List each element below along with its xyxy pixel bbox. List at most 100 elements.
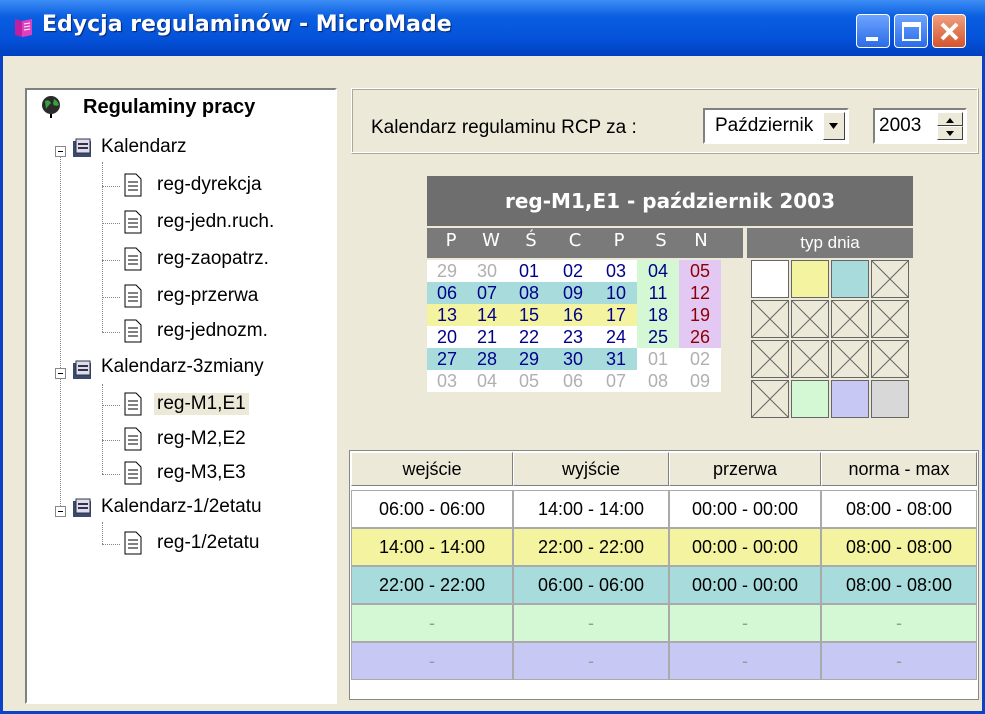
collapse-toggle-kalendarz-3zmiany[interactable]	[55, 368, 66, 379]
maximize-button[interactable]	[894, 14, 928, 48]
shift-norm-cell[interactable]: -	[821, 642, 977, 680]
shift-break-cell[interactable]: 00:00 - 00:00	[669, 528, 821, 566]
shift-break-cell[interactable]: -	[669, 604, 821, 642]
day-type-swatch[interactable]	[871, 300, 909, 338]
day-type-swatch[interactable]	[831, 380, 869, 418]
day-type-swatch[interactable]	[871, 260, 909, 298]
calendar-day[interactable]: 01	[507, 260, 551, 282]
shift-exit-cell[interactable]: 22:00 - 22:00	[513, 528, 669, 566]
shift-exit-cell[interactable]: -	[513, 642, 669, 680]
col-header-entry[interactable]: wejście	[351, 452, 513, 486]
globe-icon	[42, 96, 60, 118]
calendar-day[interactable]: 14	[467, 304, 507, 326]
calendar-day[interactable]: 09	[679, 370, 721, 392]
col-header-norm[interactable]: norma - max	[821, 452, 977, 486]
shift-break-cell[interactable]: -	[669, 642, 821, 680]
calendar-day[interactable]: 21	[467, 326, 507, 348]
calendar-day[interactable]: 11	[637, 282, 679, 304]
shift-break-cell[interactable]: 00:00 - 00:00	[669, 566, 821, 604]
spin-up-icon[interactable]	[937, 112, 963, 126]
calendar-day[interactable]: 08	[637, 370, 679, 392]
day-type-swatch[interactable]	[831, 340, 869, 378]
calendar-day[interactable]: 04	[637, 260, 679, 282]
calendar-day[interactable]: 20	[427, 326, 467, 348]
calendar-day[interactable]: 27	[427, 348, 467, 370]
calendar-day[interactable]: 04	[467, 370, 507, 392]
shift-norm-cell[interactable]: 08:00 - 08:00	[821, 528, 977, 566]
shift-exit-cell[interactable]: 06:00 - 06:00	[513, 566, 669, 604]
calendar-day[interactable]: 19	[679, 304, 721, 326]
month-select[interactable]: Październik	[703, 108, 849, 144]
calendar-day[interactable]: 02	[679, 348, 721, 370]
calendar-day[interactable]: 10	[595, 282, 637, 304]
calendar-day[interactable]: 30	[551, 348, 595, 370]
title-bar[interactable]: Edycja regulaminów - MicroMade	[0, 0, 985, 56]
calendar-day[interactable]: 22	[507, 326, 551, 348]
document-icon	[124, 427, 142, 451]
shift-norm-cell[interactable]: 08:00 - 08:00	[821, 566, 977, 604]
day-type-swatch[interactable]	[791, 340, 829, 378]
calendar-day[interactable]: 18	[637, 304, 679, 326]
shift-entry-cell[interactable]: 06:00 - 06:00	[351, 490, 513, 528]
day-type-swatch[interactable]	[871, 340, 909, 378]
document-icon	[124, 461, 142, 485]
calendar-day[interactable]: 24	[595, 326, 637, 348]
calendar-day[interactable]: 08	[507, 282, 551, 304]
calendar-day[interactable]: 31	[595, 348, 637, 370]
col-header-exit[interactable]: wyjście	[513, 452, 669, 486]
calendar-day[interactable]: 29	[507, 348, 551, 370]
day-type-swatch[interactable]	[751, 260, 789, 298]
calendar-day[interactable]: 05	[507, 370, 551, 392]
calendar-day[interactable]: 07	[467, 282, 507, 304]
calendar-day[interactable]: 03	[595, 260, 637, 282]
close-button[interactable]	[932, 14, 966, 48]
shift-entry-cell[interactable]: -	[351, 642, 513, 680]
calendar-day[interactable]: 06	[427, 282, 467, 304]
day-type-swatch[interactable]	[751, 300, 789, 338]
collapse-toggle-kalendarz-1-2etatu[interactable]	[55, 506, 66, 517]
calendar-day[interactable]: 16	[551, 304, 595, 326]
calendar-day[interactable]: 02	[551, 260, 595, 282]
calendar-day[interactable]: 07	[595, 370, 637, 392]
collapse-toggle-kalendarz[interactable]	[55, 146, 66, 157]
day-type-swatch[interactable]	[791, 260, 829, 298]
col-header-break[interactable]: przerwa	[669, 452, 821, 486]
day-type-swatch[interactable]	[791, 380, 829, 418]
shift-entry-cell[interactable]: -	[351, 604, 513, 642]
calendar-day[interactable]: 01	[637, 348, 679, 370]
shift-entry-cell[interactable]: 14:00 - 14:00	[351, 528, 513, 566]
day-type-swatch[interactable]	[831, 300, 869, 338]
minimize-button[interactable]	[856, 14, 890, 48]
calendar-day[interactable]: 06	[551, 370, 595, 392]
weekday-label: N	[694, 230, 708, 251]
calendar-day[interactable]: 05	[679, 260, 721, 282]
shift-exit-cell[interactable]: -	[513, 604, 669, 642]
spin-down-icon[interactable]	[937, 126, 963, 140]
day-type-swatch[interactable]	[831, 260, 869, 298]
chevron-down-icon[interactable]	[823, 112, 845, 140]
calendar-day[interactable]: 13	[427, 304, 467, 326]
calendar-day[interactable]: 28	[467, 348, 507, 370]
calendar-day[interactable]: 30	[467, 260, 507, 282]
calendar-day[interactable]: 25	[637, 326, 679, 348]
calendar-day[interactable]: 09	[551, 282, 595, 304]
calendar-group-icon	[73, 360, 91, 379]
shift-norm-cell[interactable]: -	[821, 604, 977, 642]
day-type-swatch[interactable]	[751, 340, 789, 378]
calendar-day[interactable]: 15	[507, 304, 551, 326]
shift-entry-cell[interactable]: 22:00 - 22:00	[351, 566, 513, 604]
document-icon	[124, 247, 142, 271]
calendar-day[interactable]: 26	[679, 326, 721, 348]
shift-break-cell[interactable]: 00:00 - 00:00	[669, 490, 821, 528]
day-type-swatch[interactable]	[751, 380, 789, 418]
year-spinner[interactable]: 2003	[873, 108, 967, 144]
shift-exit-cell[interactable]: 14:00 - 14:00	[513, 490, 669, 528]
calendar-day[interactable]: 23	[551, 326, 595, 348]
day-type-swatch[interactable]	[791, 300, 829, 338]
calendar-day[interactable]: 03	[427, 370, 467, 392]
shift-norm-cell[interactable]: 08:00 - 08:00	[821, 490, 977, 528]
day-type-swatch[interactable]	[871, 380, 909, 418]
calendar-day[interactable]: 29	[427, 260, 467, 282]
calendar-day[interactable]: 17	[595, 304, 637, 326]
calendar-day[interactable]: 12	[679, 282, 721, 304]
